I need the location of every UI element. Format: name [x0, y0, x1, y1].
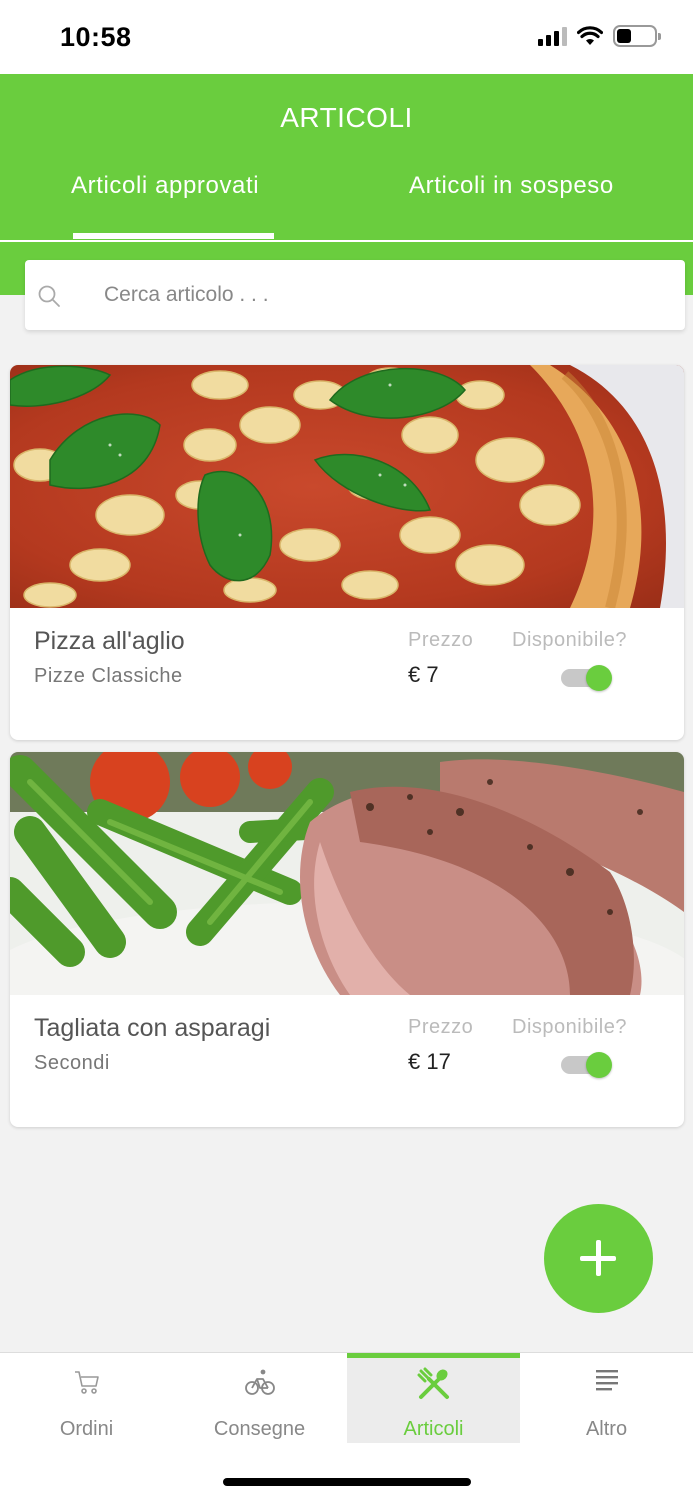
nav-active-indicator: [347, 1353, 520, 1358]
search-input[interactable]: [104, 260, 664, 330]
tab-divider: [0, 240, 693, 242]
fork-knife-icon: [417, 1367, 449, 1399]
home-indicator[interactable]: [223, 1478, 471, 1486]
nav-label: Altro: [585, 1418, 628, 1440]
item-image-tagliata: [10, 752, 684, 995]
nav-item-altro[interactable]: Altro: [520, 1353, 693, 1443]
item-card[interactable]: Pizza all'aglio Pizze Classiche Prezzo €…: [10, 365, 684, 740]
item-category: Secondi: [34, 1052, 110, 1074]
item-name: Pizza all'aglio: [34, 627, 185, 655]
price-label: Prezzo: [408, 1016, 474, 1038]
availability-toggle[interactable]: [561, 665, 612, 691]
page-title: ARTICOLI: [280, 102, 413, 133]
nav-item-articoli[interactable]: Articoli: [347, 1353, 520, 1443]
status-time: 10:58: [60, 22, 132, 52]
status-bar: 10:58: [0, 0, 693, 74]
nav-item-consegne[interactable]: Consegne: [173, 1353, 346, 1443]
available-label: Disponibile?: [512, 629, 627, 651]
status-icons: [538, 25, 661, 47]
search-box[interactable]: [25, 260, 685, 330]
tab-articoli-in-sospeso[interactable]: Articoli in sospeso: [409, 172, 614, 200]
add-item-button[interactable]: [544, 1204, 653, 1313]
cart-icon: [74, 1371, 99, 1394]
menu-lines-icon: [595, 1370, 618, 1391]
item-category: Pizze Classiche: [34, 665, 183, 687]
availability-toggle[interactable]: [561, 1052, 612, 1078]
nav-label: Articoli: [403, 1418, 464, 1440]
price-label: Prezzo: [408, 629, 474, 651]
active-tab-indicator: [73, 233, 274, 239]
signal-icon: [538, 26, 567, 46]
item-image-pizza: [10, 365, 684, 608]
battery-icon: [613, 25, 661, 47]
item-name: Tagliata con asparagi: [34, 1014, 271, 1042]
item-price: € 17: [408, 1049, 451, 1074]
nav-item-ordini[interactable]: Ordini: [0, 1353, 173, 1443]
bicycle-icon: [244, 1369, 275, 1395]
item-price: € 7: [408, 662, 439, 687]
wifi-icon: [577, 26, 603, 45]
tab-articoli-approvati[interactable]: Articoli approvati: [71, 172, 259, 200]
available-label: Disponibile?: [512, 1016, 627, 1038]
nav-label: Consegne: [213, 1418, 306, 1440]
nav-label: Ordini: [59, 1418, 114, 1440]
search-icon: [38, 285, 60, 307]
item-card[interactable]: Tagliata con asparagi Secondi Prezzo € 1…: [10, 752, 684, 1127]
